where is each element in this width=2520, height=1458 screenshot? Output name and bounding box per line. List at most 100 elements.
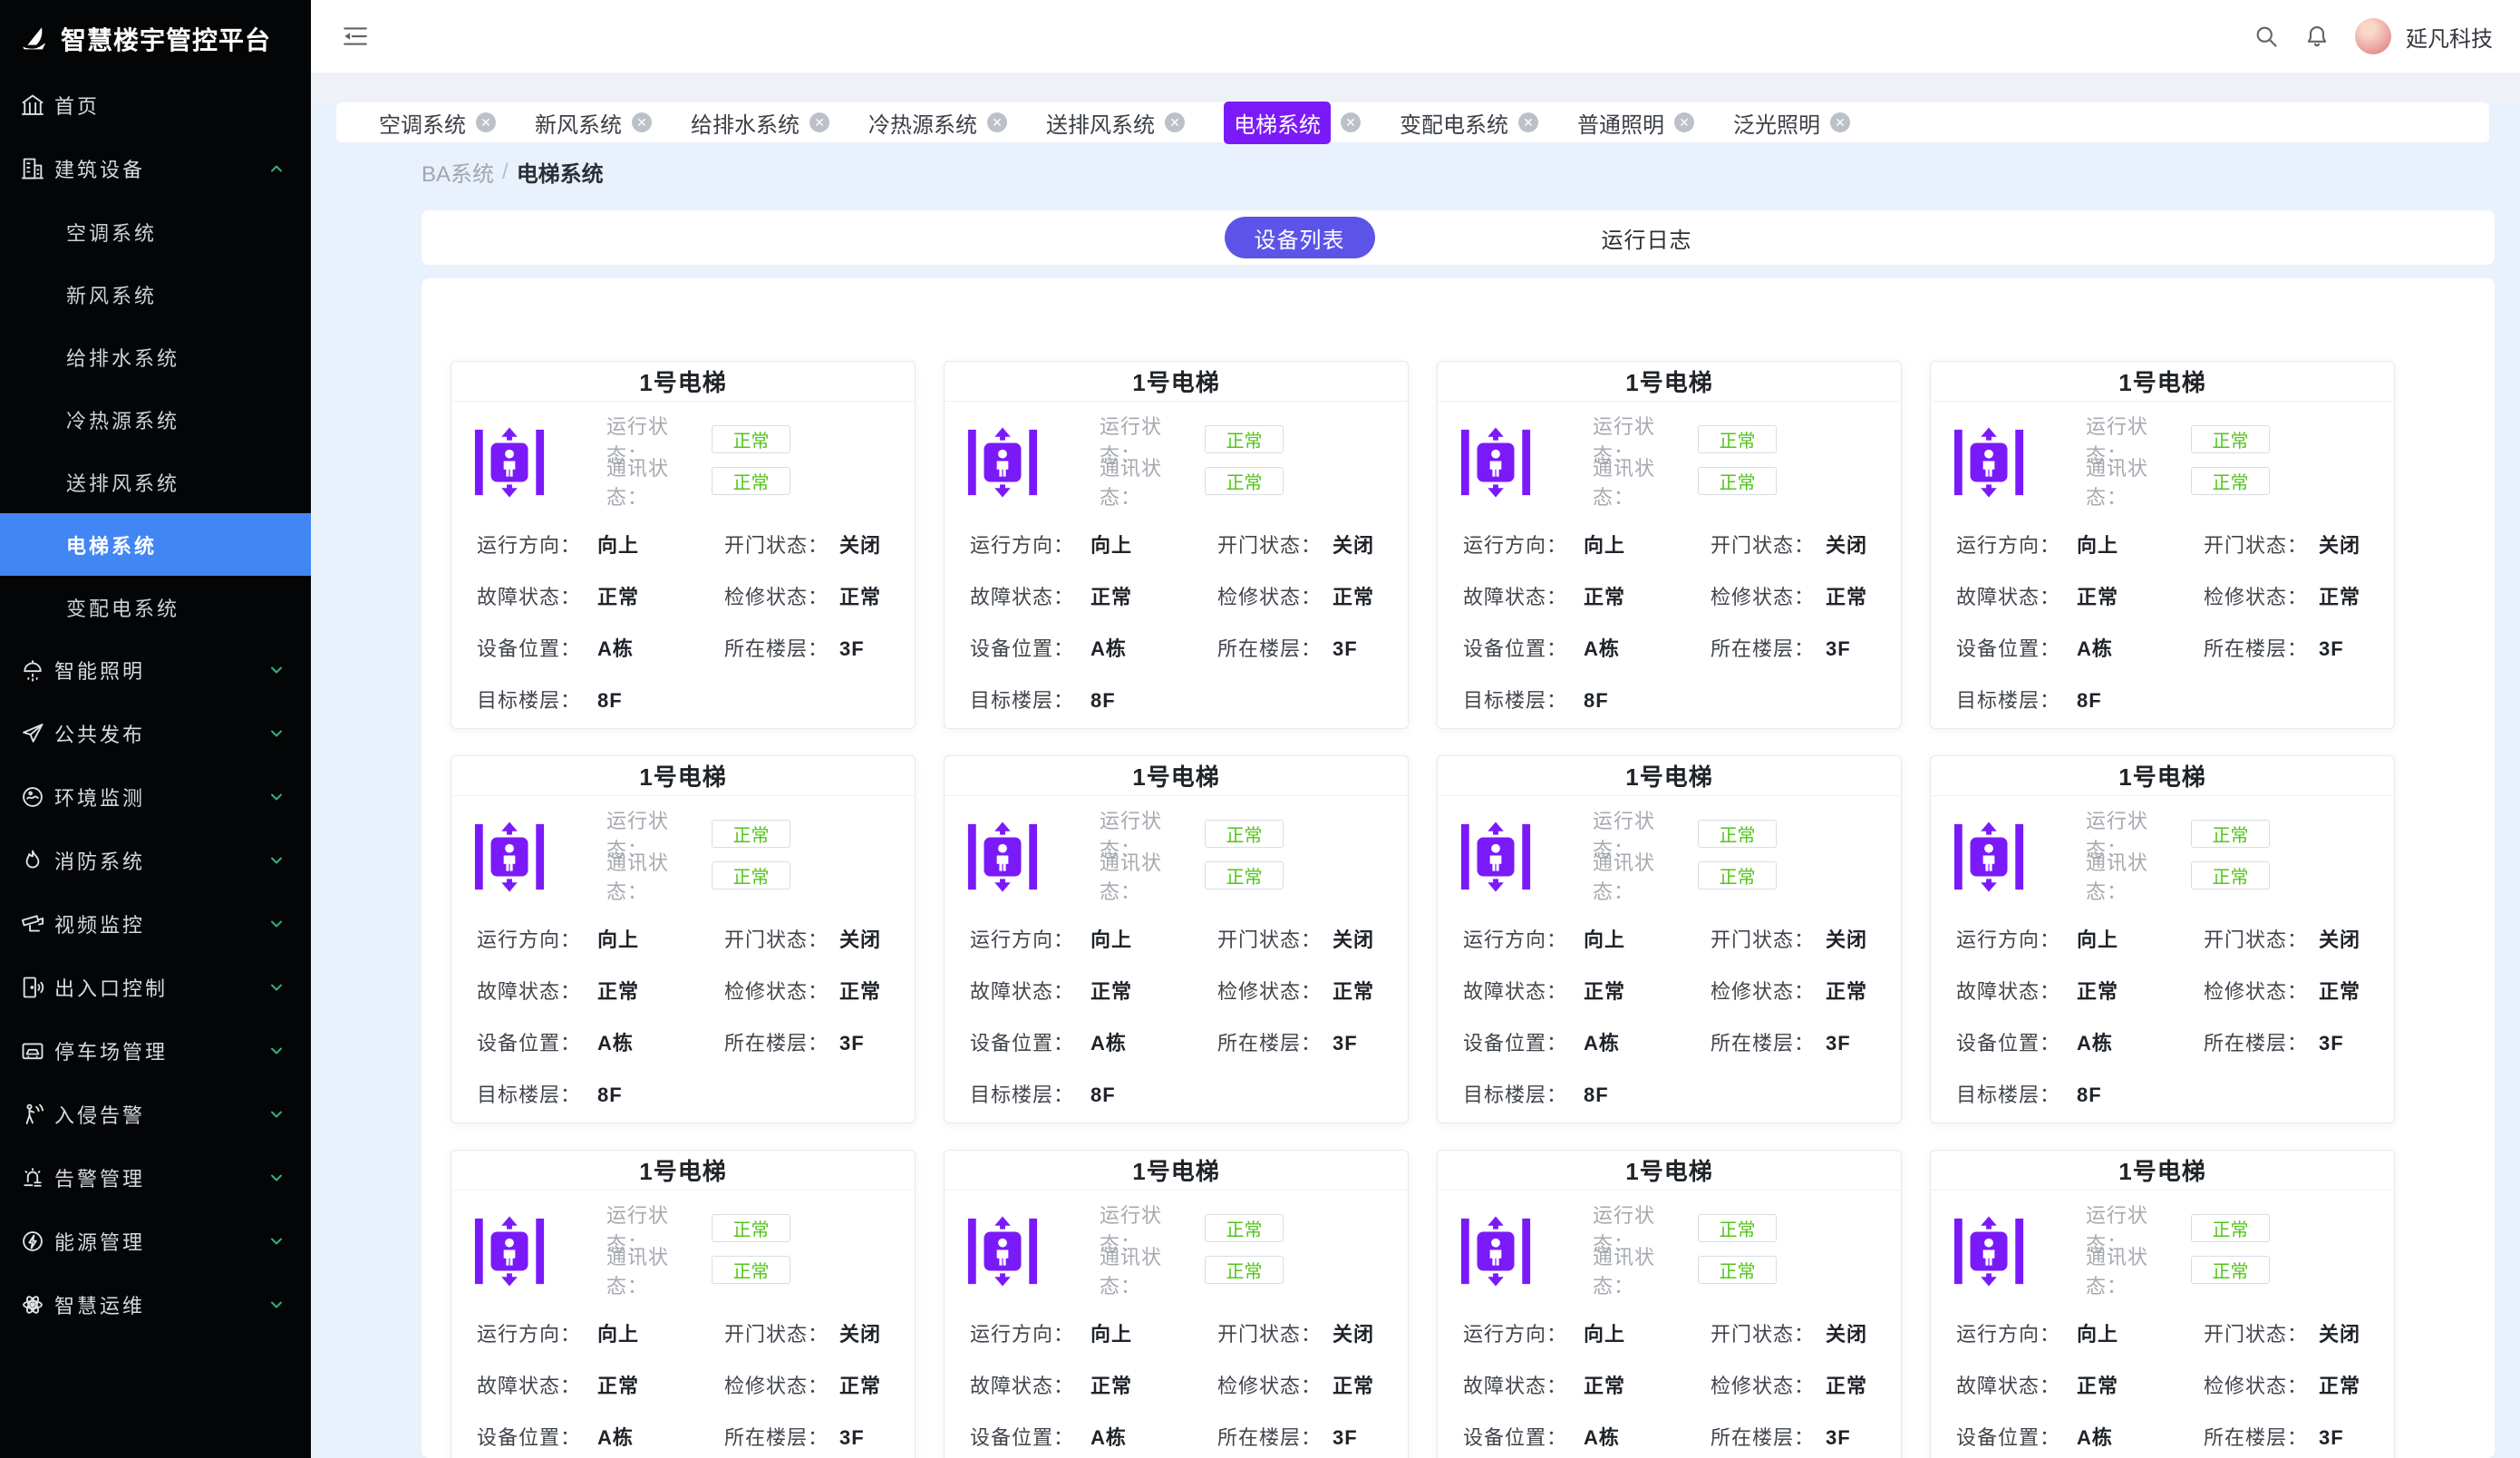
detail-label: 设备位置： xyxy=(477,637,597,661)
detail-label: 所在楼层： xyxy=(1217,1032,1333,1055)
detail-label: 故障状态： xyxy=(1463,1375,1584,1398)
status-row: 运行状态： 正常 xyxy=(1593,425,1777,453)
detail-label: 开门状态： xyxy=(1217,928,1333,952)
detail-label: 检修状态： xyxy=(1217,980,1333,1004)
sidebar-item-7[interactable]: 出入口控制 xyxy=(0,956,311,1019)
sidebar-item-5[interactable]: 消防系统 xyxy=(0,829,311,892)
avatar[interactable] xyxy=(2355,18,2391,54)
status-badge: 正常 xyxy=(2191,861,2270,889)
system-tab-label[interactable]: 冷热源系统 xyxy=(868,107,977,139)
chevron-down-icon xyxy=(267,851,286,870)
breadcrumb-parent[interactable]: BA系统 xyxy=(422,156,494,188)
detail-label: 设备位置： xyxy=(1956,637,2077,661)
sidebar-item-label: 告警管理 xyxy=(54,1163,145,1192)
sidebar-subitem[interactable]: 空调系统 xyxy=(0,200,311,263)
sidebar-item-0[interactable]: 首页 xyxy=(0,73,311,137)
sidebar-subitem[interactable]: 冷热源系统 xyxy=(0,388,311,451)
close-icon[interactable]: ✕ xyxy=(1518,112,1538,132)
detail-value: 关闭 xyxy=(1333,928,1408,952)
sidebar-subitem[interactable]: 变配电系统 xyxy=(0,576,311,638)
sidebar-subitem[interactable]: 给排水系统 xyxy=(0,326,311,388)
detail-value: A栋 xyxy=(1584,1032,1711,1055)
close-icon[interactable]: ✕ xyxy=(1341,112,1361,132)
close-icon[interactable]: ✕ xyxy=(1674,112,1694,132)
elevator-icon xyxy=(965,820,1040,894)
sidebar-subitem-active[interactable]: 电梯系统 xyxy=(0,513,311,576)
close-icon[interactable]: ✕ xyxy=(476,112,496,132)
sidebar-item-11[interactable]: 能源管理 xyxy=(0,1210,311,1273)
card-details: 运行方向： 向上开门状态： 关闭故障状态： 正常检修状态： 正常设备位置： A栋… xyxy=(451,928,915,1107)
close-icon[interactable]: ✕ xyxy=(987,112,1007,132)
alarm-icon xyxy=(19,1164,46,1191)
card-top: 运行状态： 正常 通讯状态： 正常 xyxy=(451,1191,915,1298)
sidebar-item-2[interactable]: 智能照明 xyxy=(0,638,311,702)
system-tab-label[interactable]: 普通照明 xyxy=(1577,107,1664,139)
detail-label: 设备位置： xyxy=(970,1032,1090,1055)
menu-fold-icon[interactable] xyxy=(342,24,369,48)
detail-label: 开门状态： xyxy=(1217,1323,1333,1346)
sidebar-item-6[interactable]: 视频监控 xyxy=(0,892,311,956)
sidebar-item-10[interactable]: 告警管理 xyxy=(0,1146,311,1210)
detail-value: 正常 xyxy=(1090,980,1217,1004)
chevron-down-icon xyxy=(267,915,286,933)
detail-value: 正常 xyxy=(1333,1375,1408,1398)
system-tab-label[interactable]: 空调系统 xyxy=(379,107,466,139)
breadcrumb-separator: / xyxy=(502,160,509,185)
sidebar-item-8[interactable]: 停车场管理 xyxy=(0,1019,311,1083)
detail-label: 开门状态： xyxy=(724,1323,839,1346)
bell-icon[interactable] xyxy=(2304,24,2330,49)
system-tab-label[interactable]: 送排风系统 xyxy=(1046,107,1155,139)
system-tab-label[interactable]: 变配电系统 xyxy=(1400,107,1508,139)
detail-label: 运行方向： xyxy=(1956,534,2077,558)
detail-label: 运行方向： xyxy=(1956,1323,2077,1346)
view-tab-inactive[interactable]: 运行日志 xyxy=(1602,222,1692,254)
detail-value: A栋 xyxy=(2077,637,2204,661)
sidebar-item-4[interactable]: 环境监测 xyxy=(0,765,311,829)
close-icon[interactable]: ✕ xyxy=(1165,112,1185,132)
detail-value: 向上 xyxy=(1090,1323,1217,1346)
close-icon[interactable]: ✕ xyxy=(1830,112,1850,132)
status-badge: 正常 xyxy=(1698,861,1777,889)
detail-label: 运行方向： xyxy=(477,1323,597,1346)
sidebar-item-9[interactable]: 入侵告警 xyxy=(0,1083,311,1146)
close-icon[interactable]: ✕ xyxy=(809,112,829,132)
detail-label: 所在楼层： xyxy=(724,1426,839,1450)
status-badge: 正常 xyxy=(2191,425,2270,453)
detail-value: 正常 xyxy=(2319,1375,2394,1398)
status-column: 运行状态： 正常 通讯状态： 正常 xyxy=(1100,425,1284,509)
detail-value: A栋 xyxy=(1090,1032,1217,1055)
elevator-icon xyxy=(472,820,547,894)
status-row: 运行状态： 正常 xyxy=(1100,1214,1284,1242)
sidebar-item-label: 停车场管理 xyxy=(54,1036,168,1065)
system-tab-label[interactable]: 电梯系统 xyxy=(1224,102,1331,144)
status-column: 运行状态： 正常 通讯状态： 正常 xyxy=(1593,820,1777,903)
detail-label: 故障状态： xyxy=(1956,586,2077,609)
close-icon[interactable]: ✕ xyxy=(632,112,652,132)
card-details: 运行方向： 向上开门状态： 关闭故障状态： 正常检修状态： 正常设备位置： A栋… xyxy=(945,928,1408,1107)
detail-value: 3F xyxy=(1826,1426,1901,1450)
sidebar-item-3[interactable]: 公共发布 xyxy=(0,702,311,765)
system-tab-label[interactable]: 泛光照明 xyxy=(1733,107,1820,139)
user-name[interactable]: 延凡科技 xyxy=(2406,21,2493,53)
card-top: 运行状态： 正常 通讯状态： 正常 xyxy=(1931,1191,2394,1298)
search-icon[interactable] xyxy=(2253,24,2279,49)
card-title: 1号电梯 xyxy=(1931,756,2394,796)
sidebar-subitem[interactable]: 送排风系统 xyxy=(0,451,311,513)
detail-value: 关闭 xyxy=(839,928,915,952)
top-navbar: 延凡科技 xyxy=(311,0,2520,73)
status-row: 通讯状态： 正常 xyxy=(1593,1256,1777,1284)
sidebar-subitem[interactable]: 新风系统 xyxy=(0,263,311,326)
detail-value: 正常 xyxy=(1584,1375,1711,1398)
detail-value: 正常 xyxy=(2319,980,2394,1004)
view-tab-active[interactable]: 设备列表 xyxy=(1225,217,1375,258)
status-badge: 正常 xyxy=(712,425,790,453)
card-top: 运行状态： 正常 通讯状态： 正常 xyxy=(1438,796,1901,903)
sidebar-item-12[interactable]: 智慧运维 xyxy=(0,1273,311,1336)
detail-label: 检修状态： xyxy=(724,1375,839,1398)
system-tab-label[interactable]: 给排水系统 xyxy=(691,107,800,139)
sidebar-item-1[interactable]: 建筑设备 xyxy=(0,137,311,200)
status-row: 通讯状态： 正常 xyxy=(606,861,790,889)
status-column: 运行状态： 正常 通讯状态： 正常 xyxy=(1100,820,1284,903)
system-tab-label[interactable]: 新风系统 xyxy=(535,107,622,139)
detail-label: 目标楼层： xyxy=(1956,1084,2077,1107)
